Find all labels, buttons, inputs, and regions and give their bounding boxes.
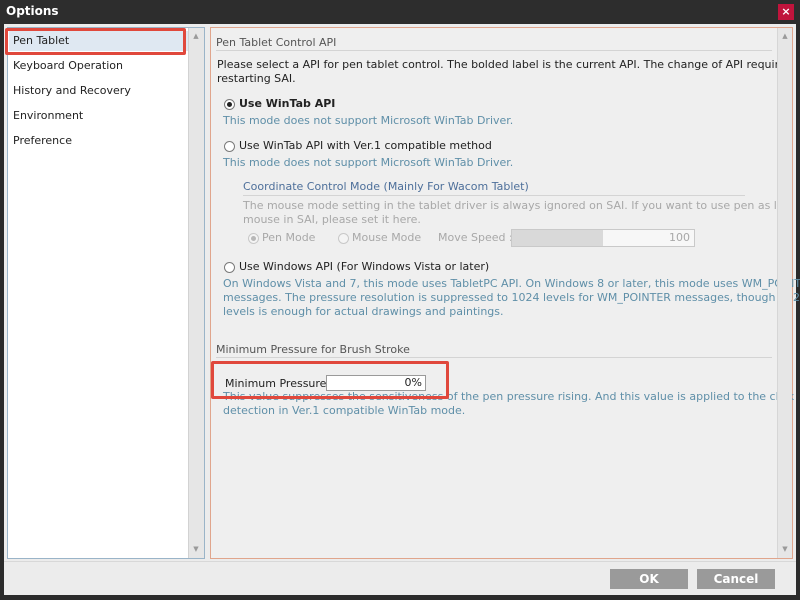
label-minimum-pressure: Minimum Pressure : [225, 377, 337, 390]
section-title-api: Pen Tablet Control API [216, 36, 337, 49]
sidebar-scrollbar[interactable]: ▲ ▼ [188, 28, 204, 558]
coord-mode-description: The mouse mode setting in the tablet dri… [243, 199, 793, 212]
api-description-cont: restarting SAI. [217, 72, 296, 85]
section-title-pressure: Minimum Pressure for Brush Stroke [216, 343, 410, 356]
api-description: Please select a API for pen tablet contr… [217, 58, 792, 71]
scroll-down-icon[interactable]: ▼ [190, 543, 202, 555]
coord-mode-description-cont: mouse in SAI, please set it here. [243, 213, 421, 226]
move-speed-fill [512, 230, 603, 246]
sidebar-item-history-and-recovery[interactable]: History and Recovery [9, 81, 189, 101]
footer-divider [4, 561, 796, 562]
note-wintab-v1: This mode does not support Microsoft Win… [223, 156, 514, 169]
radio-mouse-mode[interactable] [338, 233, 349, 244]
label-pen-mode[interactable]: Pen Mode [262, 231, 315, 244]
move-speed-value: 100 [669, 231, 690, 244]
section-divider [216, 357, 772, 358]
sidebar-item-label: History and Recovery [13, 84, 131, 97]
scroll-down-icon[interactable]: ▼ [779, 543, 791, 555]
sidebar-item-preference[interactable]: Preference [9, 131, 189, 151]
note-windows-api: On Windows Vista and 7, this mode uses T… [223, 277, 800, 290]
sidebar-item-keyboard-operation[interactable]: Keyboard Operation [9, 56, 189, 76]
move-speed-slider[interactable]: 100 [511, 229, 695, 247]
pen-tablet-settings-panel: Pen Tablet Control API Please select a A… [210, 27, 800, 559]
label-mouse-mode[interactable]: Mouse Mode [352, 231, 421, 244]
note-pressure-cont: detection in Ver.1 compatible WinTab mod… [223, 404, 466, 417]
sidebar-item-label: Keyboard Operation [13, 59, 123, 72]
sidebar-item-label: Preference [13, 134, 72, 147]
label-use-wintab-v1[interactable]: Use WinTab API with Ver.1 compatible met… [239, 139, 492, 152]
sidebar-item-label: Environment [13, 109, 84, 122]
coord-mode-divider [243, 195, 745, 196]
radio-use-windows-api[interactable] [224, 262, 235, 273]
sidebar-item-label: Pen Tablet [13, 34, 70, 47]
minimum-pressure-field[interactable]: 0% [326, 375, 426, 391]
radio-use-wintab[interactable] [224, 99, 235, 110]
coord-mode-title: Coordinate Control Mode (Mainly For Waco… [243, 180, 529, 193]
sidebar-item-pen-tablet[interactable]: Pen Tablet [9, 31, 189, 51]
label-use-wintab[interactable]: Use WinTab API [239, 97, 335, 110]
window-title: Options [6, 4, 59, 18]
category-list: Pen Tablet Keyboard Operation History an… [5, 27, 205, 559]
label-move-speed: Move Speed : [438, 231, 513, 244]
note-windows-api-cont2: levels is enough for actual drawings and… [223, 305, 504, 318]
ok-button[interactable]: OK [610, 569, 688, 589]
radio-pen-mode[interactable] [248, 233, 259, 244]
section-divider [216, 50, 772, 51]
minimum-pressure-value: 0% [404, 376, 422, 389]
label-use-windows-api[interactable]: Use Windows API (For Windows Vista or la… [239, 260, 489, 273]
options-dialog: Pen Tablet Keyboard Operation History an… [4, 24, 800, 595]
radio-use-wintab-v1[interactable] [224, 141, 235, 152]
main-scrollbar[interactable]: ▲ ▼ [777, 28, 792, 558]
sidebar-item-environment[interactable]: Environment [9, 106, 189, 126]
close-icon: × [781, 5, 791, 18]
note-windows-api-cont: messages. The pressure resolution is sup… [223, 291, 800, 304]
scroll-up-icon[interactable]: ▲ [779, 30, 791, 42]
note-pressure: This value suppresses the sensitiveness … [223, 390, 795, 403]
title-bar: Options × [0, 0, 800, 24]
note-wintab: This mode does not support Microsoft Win… [223, 114, 514, 127]
close-button[interactable]: × [778, 4, 794, 20]
cancel-button[interactable]: Cancel [697, 569, 775, 589]
scroll-up-icon[interactable]: ▲ [190, 30, 202, 42]
